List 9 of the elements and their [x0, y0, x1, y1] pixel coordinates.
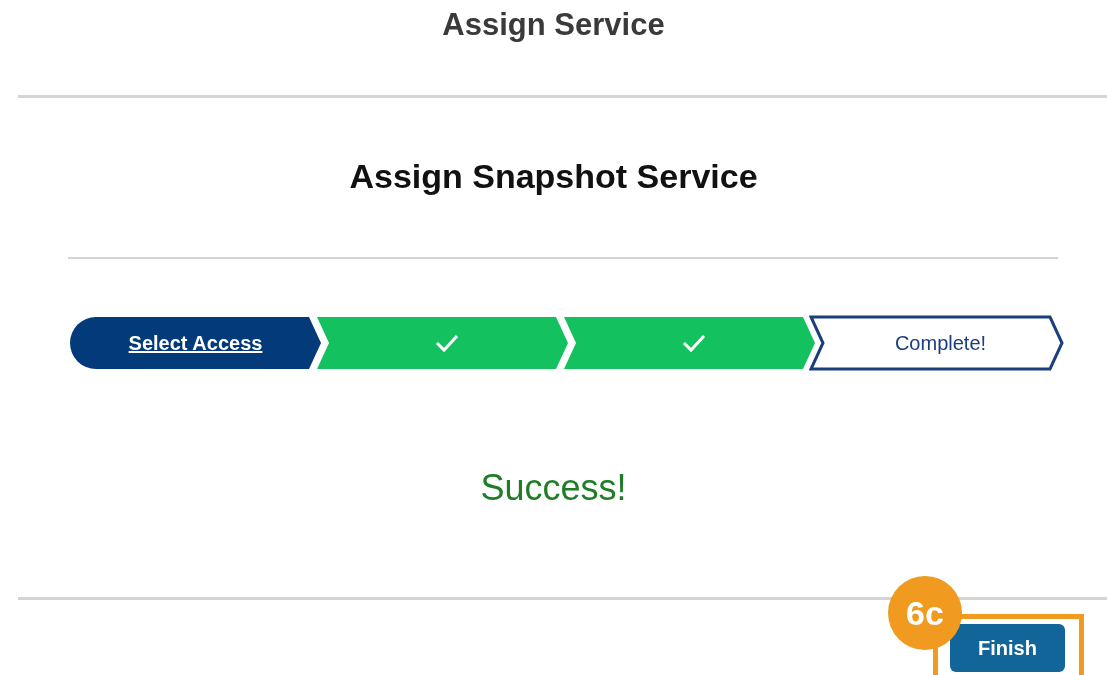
- dialog-title: Assign Snapshot Service: [348, 156, 759, 197]
- check-icon: [433, 333, 460, 353]
- step-badge: 6c: [888, 576, 962, 650]
- check-icon: [680, 333, 707, 353]
- success-message: Success!: [479, 466, 628, 510]
- finish-button[interactable]: Finish: [950, 624, 1065, 672]
- progress-step: Complete!: [809, 315, 1064, 371]
- page-title: Assign Service: [441, 6, 666, 44]
- step-link[interactable]: Select Access: [68, 315, 323, 371]
